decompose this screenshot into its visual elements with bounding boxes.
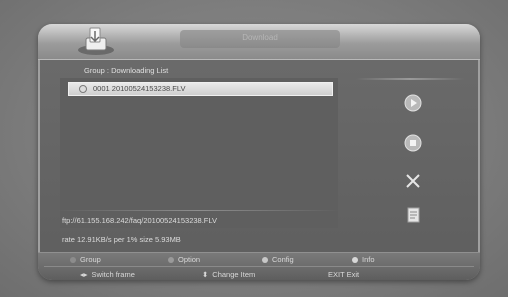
footer-switch-frame: ◂▸ Switch frame — [80, 270, 135, 279]
gray-dot-icon — [168, 256, 174, 263]
up-down-arrow-icon: ⬍ — [202, 270, 209, 279]
footer-option-button[interactable]: Option — [168, 255, 200, 264]
footer-divider — [44, 266, 474, 267]
footer-config-button[interactable]: Config — [262, 255, 294, 264]
group-label: Group : Downloading List — [84, 66, 169, 75]
gray-dot-icon — [70, 256, 76, 263]
page-title: Download — [242, 33, 278, 42]
footer-exit[interactable]: EXIT Exit — [328, 270, 359, 279]
file-icon[interactable] — [404, 206, 422, 224]
footer-group-button[interactable]: Group — [70, 255, 101, 264]
left-right-arrow-icon: ◂▸ — [80, 270, 88, 279]
download-list — [60, 78, 338, 228]
footer-change-item: ⬍ Change Item — [202, 270, 256, 279]
list-item[interactable]: 0001 20100524153238.FLV — [68, 82, 333, 96]
footer-info-button[interactable]: Info — [352, 255, 375, 264]
info-dot-icon — [352, 256, 358, 263]
play-icon[interactable] — [404, 94, 422, 112]
info-divider — [56, 210, 340, 211]
light-dot-icon — [262, 256, 268, 263]
download-logo-icon — [78, 27, 114, 55]
stop-icon[interactable] — [404, 134, 422, 152]
list-item-label: 0001 20100524153238.FLV — [93, 84, 186, 93]
sidebar-divider — [356, 78, 464, 80]
download-rate: rate 12.91KB/s per 1% size 5.93MB — [62, 235, 181, 244]
radio-icon — [79, 85, 87, 93]
download-path: ftp://61.155.168.242/faq/20100524153238.… — [62, 216, 217, 225]
delete-icon[interactable] — [404, 172, 422, 190]
